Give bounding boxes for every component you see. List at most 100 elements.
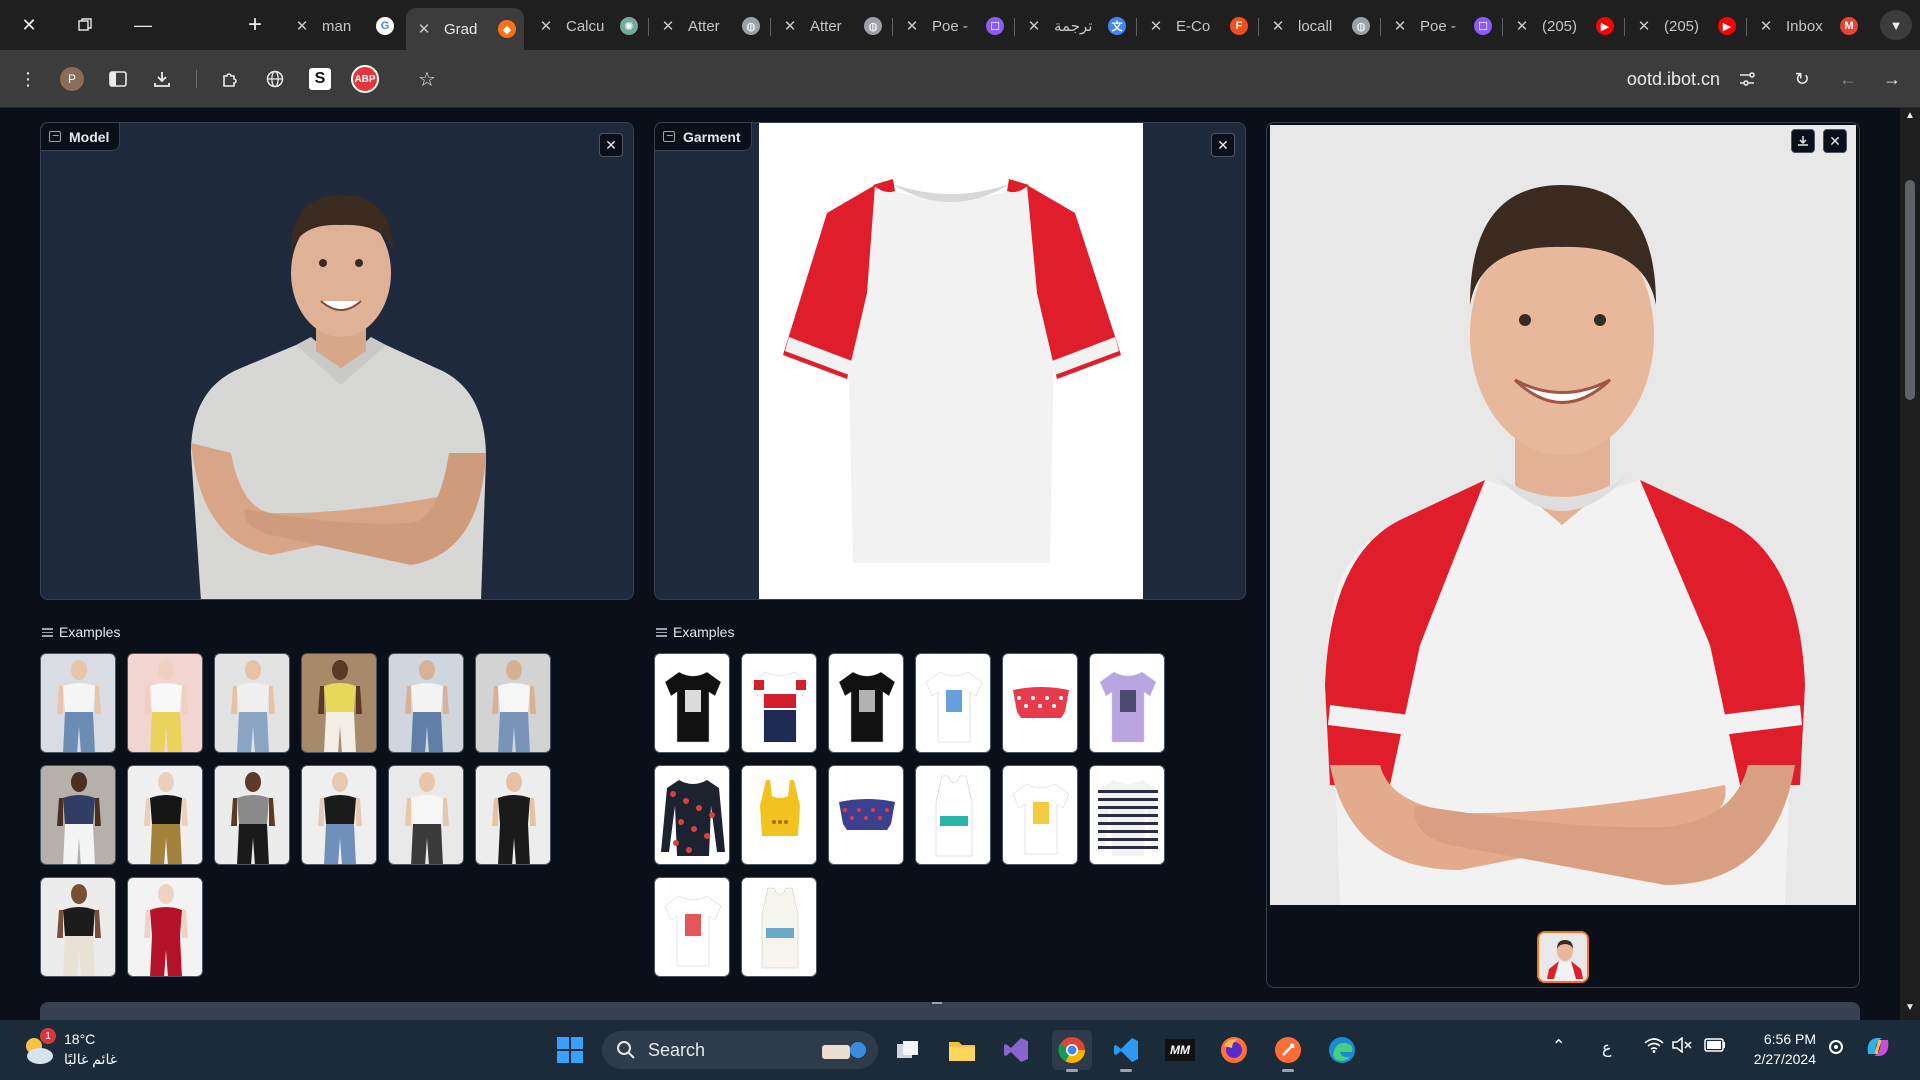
- scroll-down-icon[interactable]: ▼: [1900, 1002, 1920, 1018]
- garment-example-thumbnail[interactable]: [654, 877, 730, 977]
- browser-tab[interactable]: ✕ Poe - ☐: [894, 8, 1012, 44]
- tab-close-icon[interactable]: ✕: [1146, 17, 1166, 35]
- firefox-icon[interactable]: [1214, 1030, 1254, 1070]
- collapsed-accordion[interactable]: [40, 1002, 1860, 1020]
- model-clear-button[interactable]: ✕: [599, 133, 623, 157]
- start-windows-icon[interactable]: [550, 1030, 590, 1070]
- tab-close-icon[interactable]: ✕: [1512, 17, 1532, 35]
- download-icon[interactable]: [146, 63, 178, 95]
- tab-close-icon[interactable]: ✕: [414, 20, 434, 38]
- model-example-thumbnail[interactable]: [475, 653, 551, 753]
- minimize-window-icon[interactable]: —: [128, 10, 158, 40]
- model-image-panel[interactable]: Model ✕: [40, 122, 634, 600]
- tab-close-icon[interactable]: ✕: [658, 17, 678, 35]
- model-example-thumbnail[interactable]: [214, 765, 290, 865]
- reload-icon[interactable]: ↻: [1786, 63, 1818, 95]
- browser-tab[interactable]: ✕ Grad ◆: [406, 8, 524, 50]
- scroll-up-icon[interactable]: ▲: [1900, 110, 1920, 126]
- garment-example-thumbnail[interactable]: [654, 653, 730, 753]
- model-example-thumbnail[interactable]: [301, 653, 377, 753]
- clock-time[interactable]: 6:56 PM: [1746, 1031, 1816, 1047]
- site-settings-icon[interactable]: [1732, 64, 1762, 94]
- garment-example-thumbnail[interactable]: [741, 765, 817, 865]
- copilot-icon[interactable]: [1864, 1034, 1892, 1064]
- s-extension-icon[interactable]: S: [304, 63, 336, 95]
- battery-icon[interactable]: [1704, 1038, 1726, 1056]
- garment-example-thumbnail[interactable]: [828, 765, 904, 865]
- garment-example-thumbnail[interactable]: [1002, 765, 1078, 865]
- browser-tab[interactable]: ✕ Inbox M: [1748, 8, 1866, 44]
- model-example-thumbnail[interactable]: [475, 765, 551, 865]
- garment-example-thumbnail[interactable]: [741, 653, 817, 753]
- browser-tab[interactable]: ✕ Atter ◍: [650, 8, 768, 44]
- visual-studio-icon[interactable]: [996, 1030, 1036, 1070]
- adblock-plus-icon[interactable]: ABP: [349, 63, 381, 95]
- menu-dots-icon[interactable]: ⋮: [12, 63, 44, 95]
- model-example-thumbnail[interactable]: [388, 765, 464, 865]
- page-scrollbar[interactable]: ▲ ▼: [1900, 108, 1920, 1020]
- browser-tab[interactable]: ✕ man G: [284, 8, 402, 44]
- model-example-thumbnail[interactable]: [301, 765, 377, 865]
- garment-example-thumbnail[interactable]: [1089, 765, 1165, 865]
- model-example-thumbnail[interactable]: [40, 877, 116, 977]
- browser-tab[interactable]: ✕ (205) ▶: [1504, 8, 1622, 44]
- tab-search-icon[interactable]: ▼: [1880, 10, 1912, 40]
- garment-example-thumbnail[interactable]: [828, 653, 904, 753]
- chrome-taskbar-icon[interactable]: [1052, 1030, 1092, 1072]
- model-example-thumbnail[interactable]: [127, 653, 203, 753]
- garment-example-thumbnail[interactable]: [1089, 653, 1165, 753]
- bookmark-star-icon[interactable]: ☆: [411, 63, 443, 95]
- edge-icon[interactable]: [1322, 1030, 1362, 1070]
- tab-close-icon[interactable]: ✕: [902, 17, 922, 35]
- sidebar-icon[interactable]: [102, 63, 134, 95]
- garment-example-thumbnail[interactable]: [915, 653, 991, 753]
- tray-overflow-chevron-icon[interactable]: ⌃: [1552, 1036, 1565, 1056]
- result-gallery-thumbnail[interactable]: [1537, 931, 1589, 983]
- vscode-icon[interactable]: [1106, 1030, 1146, 1072]
- garment-clear-button[interactable]: ✕: [1211, 133, 1235, 157]
- task-view-icon[interactable]: [888, 1030, 928, 1070]
- tab-close-icon[interactable]: ✕: [780, 17, 800, 35]
- browser-tab[interactable]: ✕ Atter ◍: [772, 8, 890, 44]
- browser-tab[interactable]: ✕ ترجمة 文: [1016, 8, 1134, 44]
- new-tab-icon[interactable]: +: [240, 10, 270, 40]
- model-example-thumbnail[interactable]: [40, 653, 116, 753]
- tab-close-icon[interactable]: ✕: [1268, 17, 1288, 35]
- profile-avatar[interactable]: P: [56, 63, 88, 95]
- model-example-thumbnail[interactable]: [127, 765, 203, 865]
- browser-tab[interactable]: ✕ (205) ▶: [1626, 8, 1744, 44]
- garment-example-thumbnail[interactable]: [915, 765, 991, 865]
- garment-image-panel[interactable]: Garment ✕: [654, 122, 1246, 600]
- tab-close-icon[interactable]: ✕: [1634, 17, 1654, 35]
- tab-close-icon[interactable]: ✕: [292, 17, 312, 35]
- clock-date[interactable]: 2/27/2024: [1738, 1051, 1816, 1067]
- notification-settings-icon[interactable]: [1826, 1037, 1846, 1061]
- postman-icon[interactable]: [1268, 1030, 1308, 1072]
- tab-close-icon[interactable]: ✕: [1024, 17, 1044, 35]
- model-example-thumbnail[interactable]: [40, 765, 116, 865]
- taskbar-search[interactable]: Search: [602, 1031, 878, 1069]
- garment-example-thumbnail[interactable]: [741, 877, 817, 977]
- tab-close-icon[interactable]: ✕: [1390, 17, 1410, 35]
- close-window-icon[interactable]: ✕: [14, 10, 44, 40]
- model-example-thumbnail[interactable]: [127, 877, 203, 977]
- extensions-icon[interactable]: [214, 63, 246, 95]
- restore-window-icon[interactable]: [70, 10, 100, 40]
- back-arrow-icon[interactable]: ←: [1832, 63, 1864, 95]
- tab-close-icon[interactable]: ✕: [536, 17, 556, 35]
- garment-example-thumbnail[interactable]: [1002, 653, 1078, 753]
- browser-tab[interactable]: ✕ E-Co F: [1138, 8, 1256, 44]
- model-example-thumbnail[interactable]: [214, 653, 290, 753]
- language-indicator[interactable]: ع: [1602, 1038, 1612, 1058]
- file-explorer-icon[interactable]: [942, 1030, 982, 1070]
- address-bar[interactable]: ootd.ibot.cn: [450, 59, 1770, 99]
- tab-close-icon[interactable]: ✕: [1756, 17, 1776, 35]
- model-example-thumbnail[interactable]: [388, 653, 464, 753]
- forward-arrow-icon[interactable]: →: [1876, 63, 1908, 95]
- wifi-icon[interactable]: [1644, 1037, 1664, 1057]
- volume-muted-icon[interactable]: [1672, 1036, 1692, 1057]
- browser-tab[interactable]: ✕ locall ◍: [1260, 8, 1378, 44]
- scroll-thumb[interactable]: [1905, 180, 1915, 400]
- mm-app-icon[interactable]: MM: [1160, 1030, 1200, 1070]
- weather-widget[interactable]: 1: [20, 1028, 56, 1068]
